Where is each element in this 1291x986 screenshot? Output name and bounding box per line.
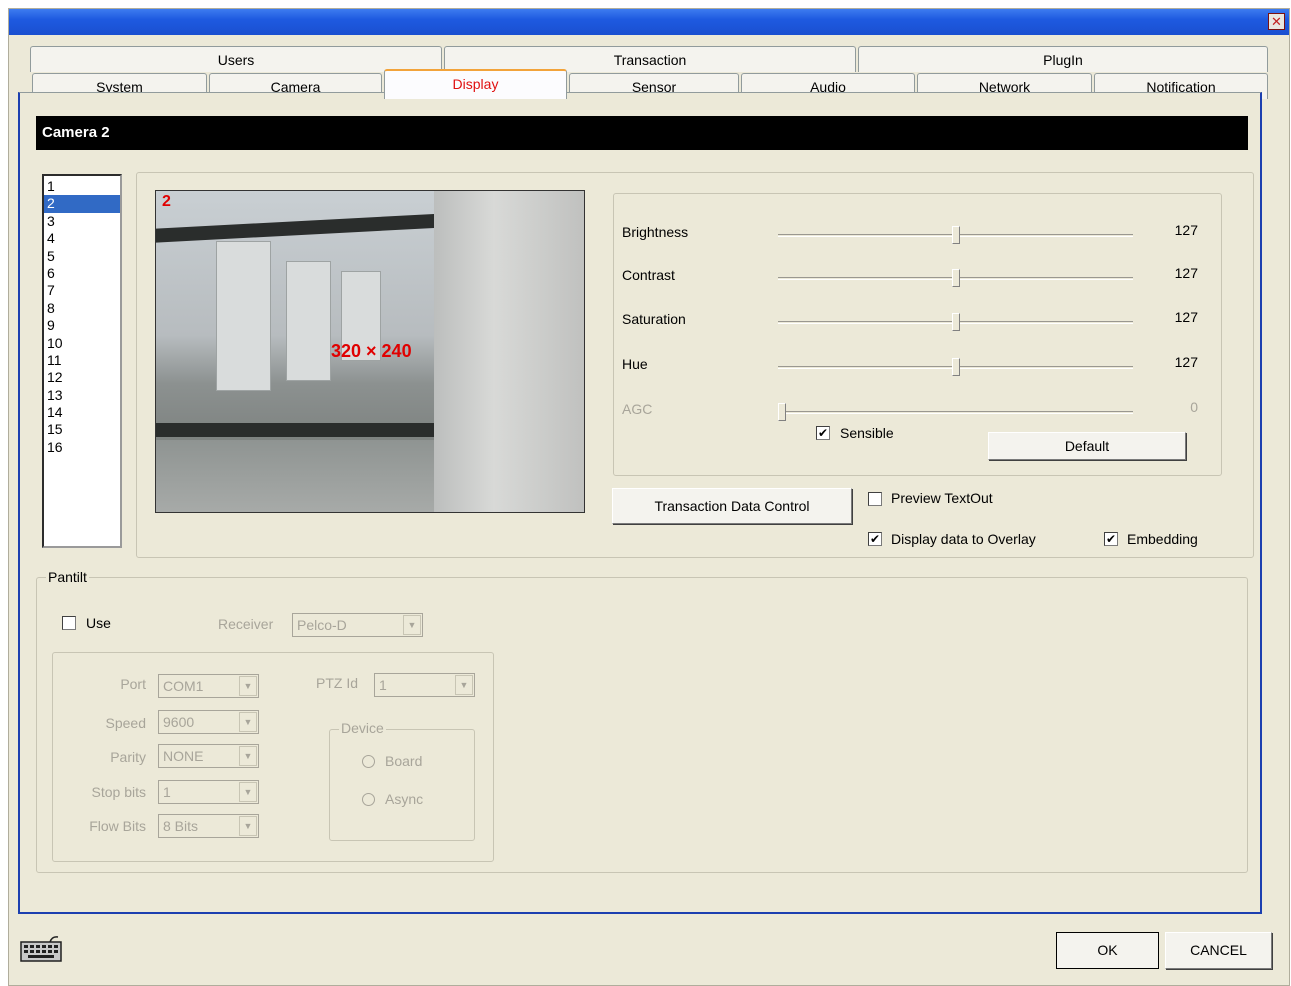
slider-thumb-agc[interactable] bbox=[778, 403, 786, 421]
preview-building bbox=[216, 241, 271, 391]
preview-textout-checkbox[interactable] bbox=[868, 492, 882, 506]
chevron-down-icon: ▼ bbox=[239, 676, 257, 696]
default-button[interactable]: Default bbox=[988, 432, 1186, 460]
device-legend: Device bbox=[339, 720, 386, 736]
stop-bits-select[interactable]: 1 ▼ bbox=[158, 780, 259, 804]
slider-thumb-hue[interactable] bbox=[952, 358, 960, 376]
chevron-down-icon: ▼ bbox=[239, 746, 257, 766]
parity-label: Parity bbox=[110, 749, 146, 765]
ptz-id-value: 1 bbox=[379, 677, 387, 693]
stop-bits-label: Stop bits bbox=[91, 784, 146, 800]
flow-bits-value: 8 Bits bbox=[163, 818, 199, 834]
receiver-value: Pelco-D bbox=[297, 617, 347, 633]
camera-list-item[interactable]: 13 bbox=[44, 387, 120, 404]
display-overlay-checkbox[interactable]: ✔ bbox=[868, 532, 882, 546]
receiver-select[interactable]: Pelco-D ▼ bbox=[292, 613, 423, 637]
camera-list-item[interactable]: 15 bbox=[44, 421, 120, 438]
slider-track-agc[interactable] bbox=[778, 411, 1133, 414]
preview-channel-number: 2 bbox=[162, 193, 171, 210]
slider-label-agc: AGC bbox=[622, 401, 653, 417]
speed-select[interactable]: 9600 ▼ bbox=[158, 710, 259, 734]
preview-textout-label: Preview TextOut bbox=[891, 490, 993, 506]
receiver-label: Receiver bbox=[218, 616, 274, 632]
pantilt-legend: Pantilt bbox=[46, 569, 89, 585]
tab-plugin[interactable]: PlugIn bbox=[858, 46, 1268, 72]
slider-label-brightness: Brightness bbox=[622, 224, 689, 240]
slider-value-agc: 0 bbox=[1190, 399, 1198, 415]
port-value: COM1 bbox=[163, 678, 204, 694]
camera-list-item[interactable]: 12 bbox=[44, 369, 120, 386]
embedding-label: Embedding bbox=[1127, 531, 1198, 547]
pantilt-use-checkbox[interactable] bbox=[62, 616, 76, 630]
port-label: Port bbox=[120, 676, 146, 692]
camera-list-item[interactable]: 14 bbox=[44, 404, 120, 421]
camera-preview: 2 320 × 240 bbox=[155, 190, 585, 513]
camera-list-item[interactable]: 2 bbox=[44, 195, 120, 213]
chevron-down-icon: ▼ bbox=[455, 675, 473, 695]
camera-list-item[interactable]: 3 bbox=[44, 213, 120, 230]
slider-thumb-contrast[interactable] bbox=[952, 269, 960, 287]
parity-value: NONE bbox=[163, 748, 204, 764]
ptz-id-select[interactable]: 1 ▼ bbox=[374, 673, 475, 697]
camera-list-item[interactable]: 8 bbox=[44, 300, 120, 317]
tab-display[interactable]: Display bbox=[384, 69, 567, 99]
board-radio[interactable] bbox=[362, 755, 375, 768]
pantilt-use-label: Use bbox=[86, 615, 111, 631]
close-icon[interactable]: ✕ bbox=[1268, 13, 1285, 30]
speed-value: 9600 bbox=[163, 714, 195, 730]
title-bar[interactable]: ✕ bbox=[9, 9, 1289, 35]
camera-list-item[interactable]: 10 bbox=[44, 335, 120, 352]
cancel-button[interactable]: CANCEL bbox=[1165, 932, 1272, 969]
camera-list-item[interactable]: 5 bbox=[44, 248, 120, 265]
chevron-down-icon: ▼ bbox=[239, 816, 257, 836]
port-select[interactable]: COM1 ▼ bbox=[158, 674, 259, 698]
slider-label-saturation: Saturation bbox=[622, 311, 686, 327]
camera-list-item[interactable]: 6 bbox=[44, 265, 120, 282]
camera-header: Camera 2 bbox=[36, 116, 1248, 150]
preview-building bbox=[286, 261, 331, 381]
camera-list-item[interactable]: 9 bbox=[44, 317, 120, 334]
flow-bits-label: Flow Bits bbox=[89, 818, 146, 834]
preview-pillar bbox=[434, 191, 584, 512]
slider-value-hue: 127 bbox=[1174, 354, 1198, 370]
speed-label: Speed bbox=[105, 715, 146, 731]
sensible-checkbox[interactable]: ✔ bbox=[816, 426, 830, 440]
device-group bbox=[329, 729, 475, 841]
preview-window-frame bbox=[156, 213, 446, 243]
camera-list-item[interactable]: 7 bbox=[44, 282, 120, 299]
slider-label-hue: Hue bbox=[622, 356, 648, 372]
preview-road bbox=[156, 440, 446, 512]
keyboard-icon[interactable] bbox=[20, 934, 62, 962]
board-label: Board bbox=[385, 753, 423, 769]
camera-list-item[interactable]: 1 bbox=[44, 178, 120, 195]
camera-list-item[interactable]: 4 bbox=[44, 230, 120, 247]
tab-users[interactable]: Users bbox=[30, 46, 442, 72]
slider-thumb-saturation[interactable] bbox=[952, 313, 960, 331]
camera-list-item[interactable]: 11 bbox=[44, 352, 120, 369]
parity-select[interactable]: NONE ▼ bbox=[158, 744, 259, 768]
chevron-down-icon: ▼ bbox=[239, 782, 257, 802]
async-label: Async bbox=[385, 791, 424, 807]
display-overlay-label: Display data to Overlay bbox=[891, 531, 1036, 547]
camera-list[interactable]: 1 2 3 4 5 6 7 8 9 10 11 12 13 14 15 16 bbox=[42, 174, 122, 548]
slider-label-contrast: Contrast bbox=[622, 267, 675, 283]
slider-value-contrast: 127 bbox=[1174, 265, 1198, 281]
camera-list-item[interactable]: 16 bbox=[44, 439, 120, 456]
slider-thumb-brightness[interactable] bbox=[952, 226, 960, 244]
sensible-label: Sensible bbox=[840, 425, 894, 441]
flow-bits-select[interactable]: 8 Bits ▼ bbox=[158, 814, 259, 838]
chevron-down-icon: ▼ bbox=[403, 615, 421, 635]
async-radio[interactable] bbox=[362, 793, 375, 806]
embedding-checkbox[interactable]: ✔ bbox=[1104, 532, 1118, 546]
slider-value-brightness: 127 bbox=[1174, 222, 1198, 238]
chevron-down-icon: ▼ bbox=[239, 712, 257, 732]
transaction-data-control-button[interactable]: Transaction Data Control bbox=[612, 488, 852, 524]
ptz-id-label: PTZ Id bbox=[316, 675, 359, 691]
ok-button[interactable]: OK bbox=[1056, 932, 1159, 969]
preview-resolution: 320 × 240 bbox=[331, 341, 412, 361]
slider-value-saturation: 127 bbox=[1174, 309, 1198, 325]
stop-bits-value: 1 bbox=[163, 784, 171, 800]
preview-window-frame bbox=[156, 423, 446, 437]
